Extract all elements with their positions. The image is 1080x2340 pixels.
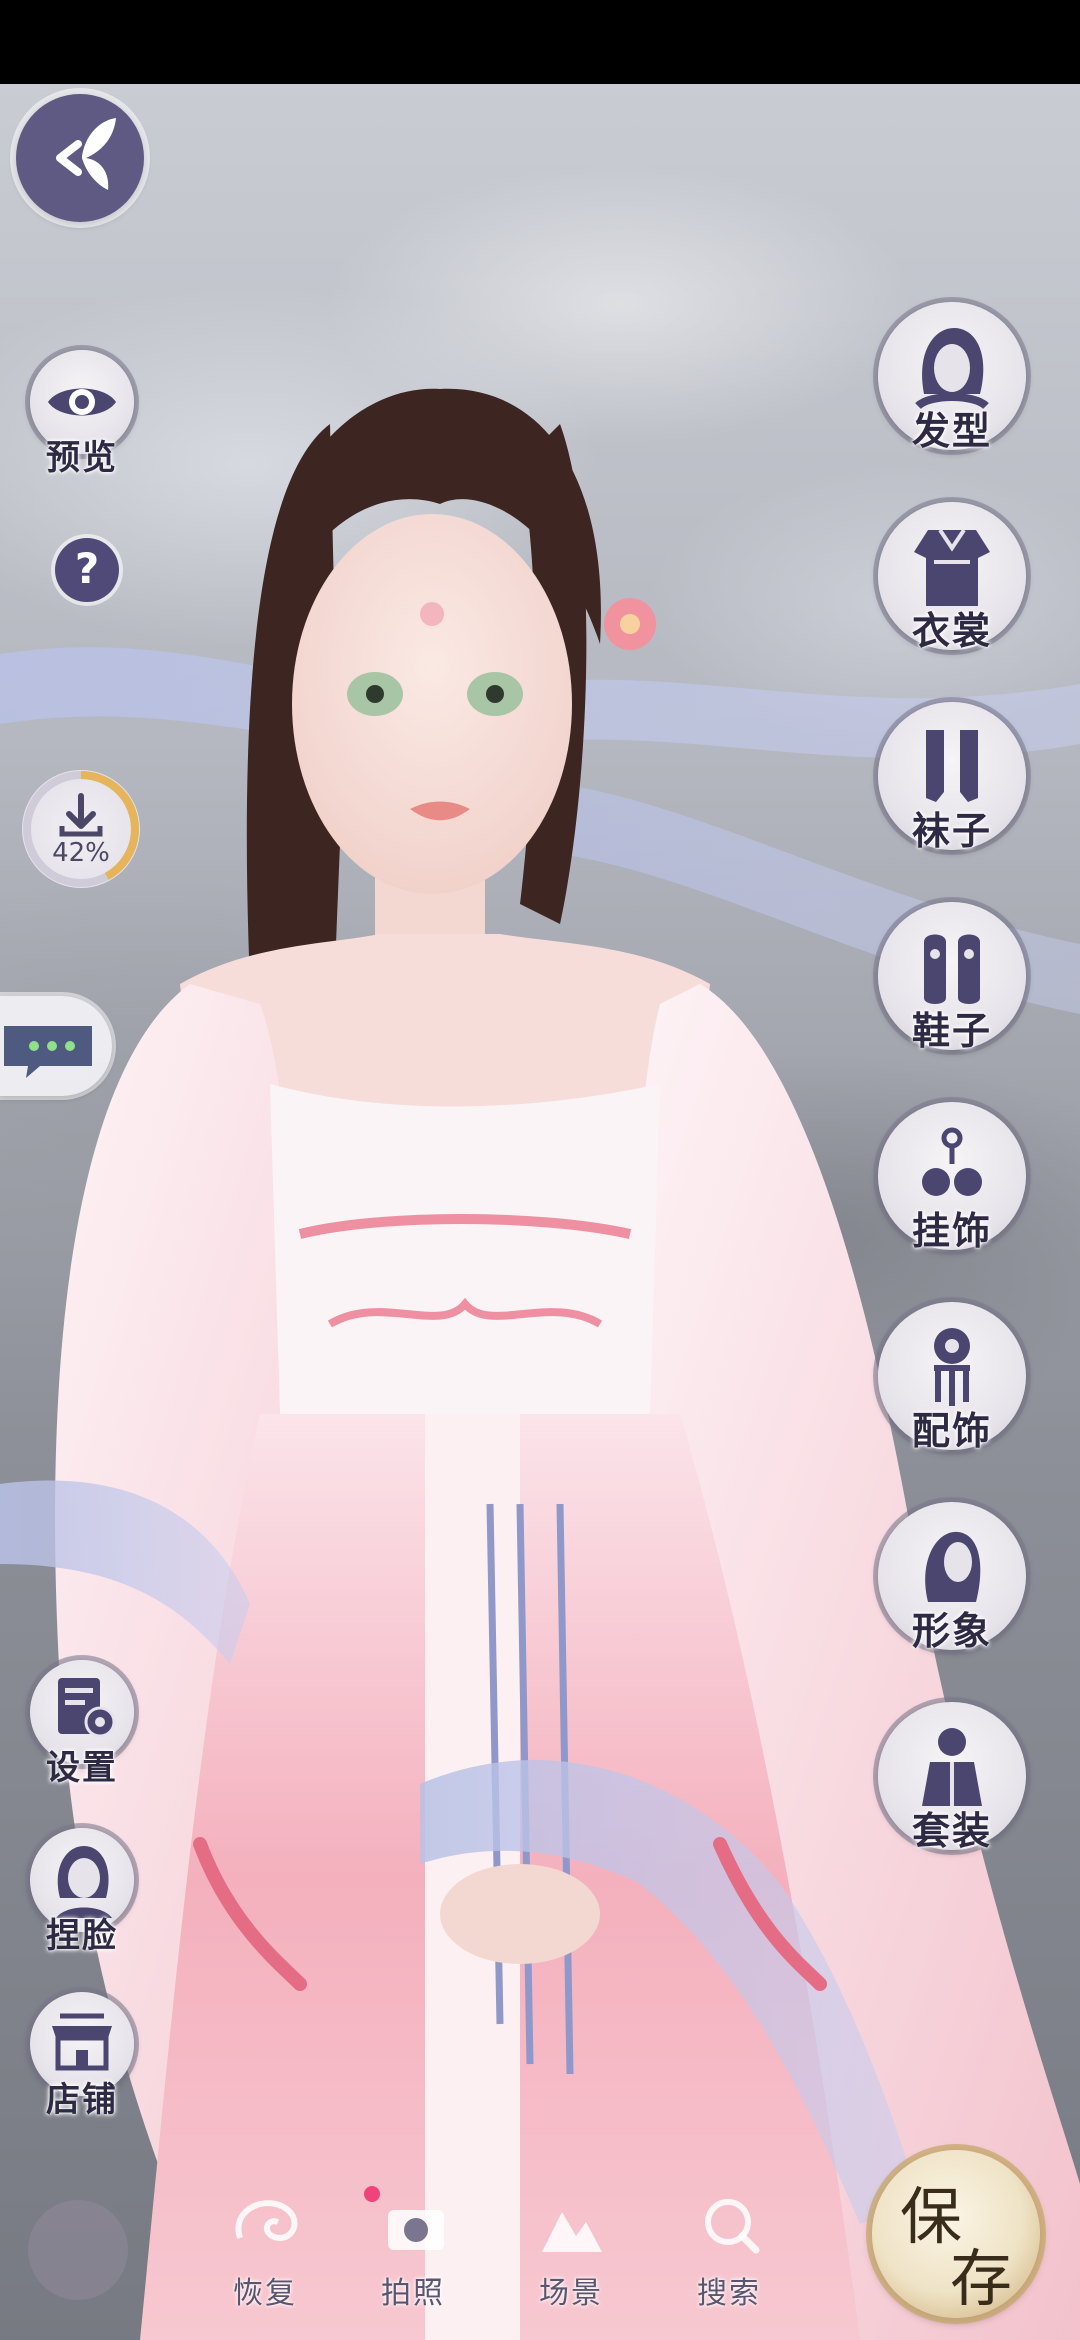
search-icon [705,2199,760,2254]
chat-bubble-icon [4,1026,92,1078]
help-button[interactable]: ? [55,538,119,602]
download-progress-ring [23,771,139,887]
clothing-label: 衣裳 [911,608,992,653]
restore-icon [235,2200,298,2241]
face-button[interactable]: 捏脸 [24,1828,144,1978]
back-button[interactable] [16,94,144,222]
scene-label: 场景 [539,2276,603,2311]
photo-label: 拍照 [381,2276,445,2311]
status-bar [0,0,1080,84]
outfit-set-label: 套装 [911,1808,992,1853]
scene-button[interactable]: 场景 [516,2178,626,2328]
shop-label: 店铺 [46,2080,118,2120]
search-button[interactable]: 搜索 [674,2178,784,2328]
shoes-label: 鞋子 [911,1008,992,1053]
menu-outfit-set[interactable]: 套装 [878,1702,1028,1872]
camera-icon [364,2186,444,2250]
restore-label: 恢复 [233,2276,297,2311]
save-char-2: 存 [950,2242,1013,2315]
download-progress[interactable]: 42% [22,770,140,888]
save-button[interactable]: 保 存 [872,2150,1040,2318]
menu-clothing[interactable]: 衣裳 [878,502,1028,672]
photo-button[interactable]: 拍照 [358,2178,468,2328]
settings-button[interactable]: 设置 [24,1660,144,1810]
scene-icon [542,2212,602,2252]
appearance-label: 形象 [911,1608,992,1653]
hairstyle-label: 发型 [911,408,992,453]
chat-button[interactable] [0,996,112,1096]
pendant-label: 挂饰 [911,1208,992,1253]
menu-hairstyle[interactable]: 发型 [878,302,1028,472]
socks-label: 袜子 [911,808,992,853]
menu-shoes[interactable]: 鞋子 [878,902,1028,1072]
restore-button[interactable]: 恢复 [210,2178,320,2328]
shop-button[interactable]: 店铺 [24,1992,144,2142]
menu-appearance[interactable]: 形象 [878,1502,1028,1672]
face-label: 捏脸 [46,1916,118,1956]
help-icon: ? [74,544,100,593]
preview-label: 预览 [46,438,118,478]
search-label: 搜索 [697,2276,761,2311]
preview-button[interactable]: 预览 [24,350,144,500]
accessory-label: 配饰 [911,1408,992,1453]
menu-pendant[interactable]: 挂饰 [878,1102,1028,1272]
bottom-left-ornament [28,2200,128,2300]
butterfly-back-icon [56,118,116,190]
download-percent: 42% [52,838,110,868]
menu-accessory[interactable]: 配饰 [878,1302,1028,1472]
menu-socks[interactable]: 袜子 [878,702,1028,872]
settings-label: 设置 [46,1748,118,1788]
download-icon [59,793,103,837]
